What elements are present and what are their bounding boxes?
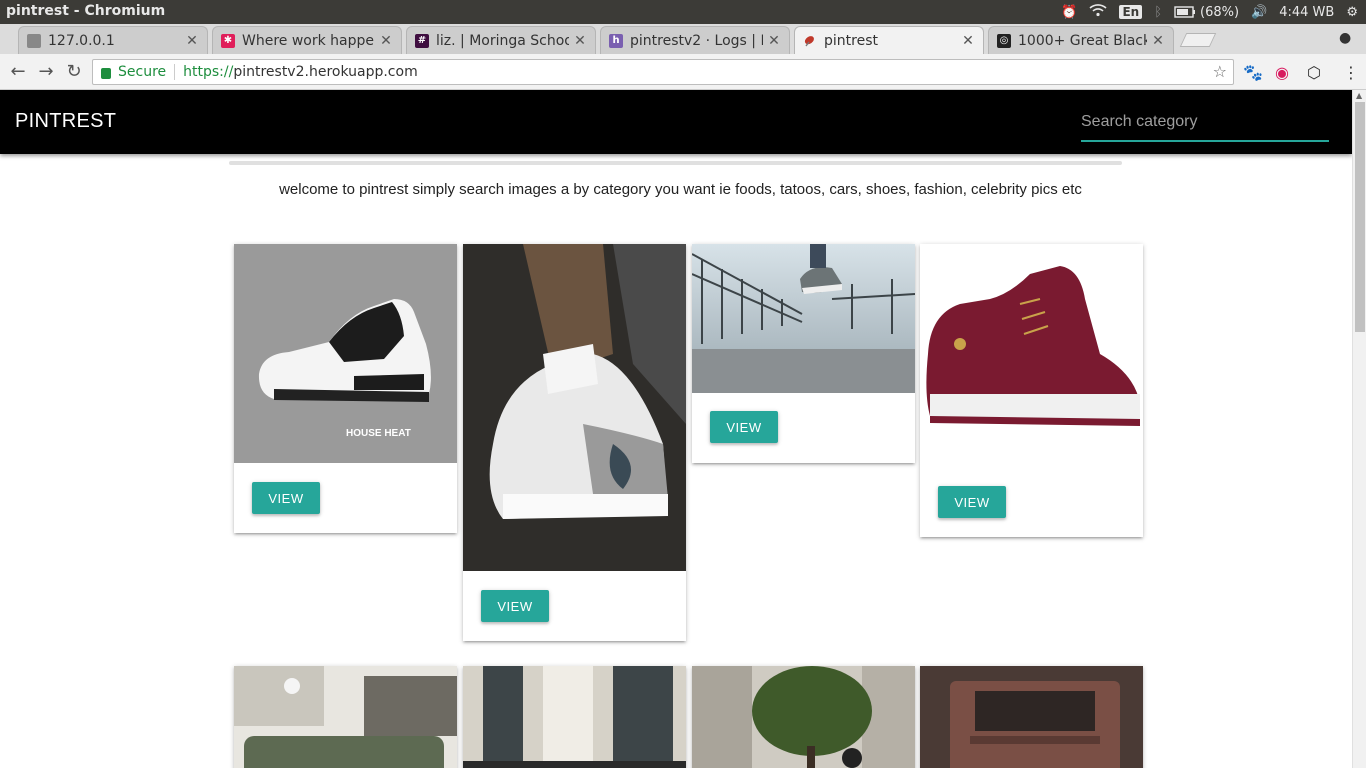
alarm-icon[interactable]: ⏰	[1061, 5, 1077, 20]
image-card	[463, 666, 686, 768]
view-button[interactable]: VIEW	[481, 590, 549, 622]
card-image[interactable]	[920, 244, 1143, 467]
svg-text:HOUSE HEAT: HOUSE HEAT	[346, 428, 411, 439]
scrollbar-thumb[interactable]	[1355, 102, 1365, 332]
bookmark-star-icon[interactable]: ☆	[1213, 62, 1227, 81]
tab-moringa[interactable]: # liz. | Moringa Schoo ✕	[406, 26, 596, 54]
battery-indicator[interactable]: (68%)	[1174, 5, 1239, 20]
tab-title: 1000+ Great Black N	[1018, 32, 1147, 49]
close-icon[interactable]: ✕	[379, 33, 393, 49]
image-card: VIEW	[692, 244, 915, 463]
keyboard-language-indicator[interactable]: En	[1119, 5, 1143, 19]
battery-percent: (68%)	[1200, 4, 1240, 20]
forward-arrow-icon[interactable]: →	[34, 60, 58, 84]
close-icon[interactable]: ✕	[1151, 33, 1165, 49]
tab-favicon-icon	[27, 33, 41, 48]
card-image[interactable]	[920, 666, 1143, 768]
browser-tab-strip: 127.0.0.1 ✕ ✱ Where work happe ✕ # liz. …	[0, 24, 1366, 54]
cube-extension-icon[interactable]: ⬡	[1307, 63, 1321, 82]
site-brand-logo[interactable]: PINTREST	[15, 110, 116, 133]
camera-favicon-icon: ◎	[997, 33, 1011, 48]
hash-favicon-icon: #	[415, 33, 429, 48]
category-search-input[interactable]	[1081, 104, 1329, 142]
bluetooth-icon[interactable]: ᛒ	[1154, 5, 1162, 20]
tab-title: pintrestv2 · Logs | H	[630, 32, 763, 49]
page-scrollbar[interactable]: ▲	[1352, 90, 1366, 768]
image-card: VIEW	[920, 244, 1143, 537]
tab-localhost[interactable]: 127.0.0.1 ✕	[18, 26, 208, 54]
close-icon[interactable]: ✕	[573, 33, 587, 49]
volume-icon[interactable]: 🔊	[1251, 5, 1267, 20]
tab-heroku-logs[interactable]: h pintrestv2 · Logs | H ✕	[600, 26, 790, 54]
card-image[interactable]	[463, 244, 686, 571]
secure-label[interactable]: Secure	[118, 64, 166, 80]
tab-title: 127.0.0.1	[48, 32, 115, 49]
settings-gear-icon[interactable]: ⚙	[1346, 5, 1358, 20]
web-page: PINTREST welcome to pintrest simply sear…	[0, 90, 1352, 768]
site-navbar: PINTREST	[0, 90, 1352, 154]
card-image[interactable]	[234, 666, 457, 768]
browser-toolbar: ← → ↻ Secure https:// pintrestv2.herokua…	[0, 54, 1366, 90]
address-separator	[174, 64, 176, 80]
slack-favicon-icon: ✱	[221, 33, 235, 48]
address-bar[interactable]: Secure https:// pintrestv2.herokuapp.com…	[92, 59, 1234, 85]
new-tab-button[interactable]	[1179, 33, 1217, 47]
scroll-up-arrow-icon[interactable]: ▲	[1356, 91, 1362, 100]
tab-slack[interactable]: ✱ Where work happe ✕	[212, 26, 402, 54]
header-divider	[229, 161, 1122, 165]
lock-icon[interactable]	[101, 67, 111, 79]
image-card	[692, 666, 915, 768]
close-icon[interactable]: ✕	[767, 33, 781, 49]
tab-title: liz. | Moringa Schoo	[436, 32, 569, 49]
tab-title: pintrest	[824, 32, 878, 49]
url-host[interactable]: pintrestv2.herokuapp.com	[233, 64, 417, 80]
image-card: HOUSE HEAT VIEW	[234, 244, 457, 533]
os-top-bar: pintrest - Chromium ⏰ En ᛒ (68%) 🔊 4:44 …	[0, 0, 1366, 24]
close-icon[interactable]: ✕	[185, 33, 199, 49]
view-button[interactable]: VIEW	[710, 411, 778, 443]
welcome-text: welcome to pintrest simply search images…	[279, 181, 1082, 198]
back-arrow-icon[interactable]: ←	[6, 60, 30, 84]
image-card	[234, 666, 457, 768]
battery-icon	[1174, 6, 1195, 18]
card-image[interactable]	[692, 666, 915, 768]
tab-title: Where work happe	[242, 32, 375, 49]
clock[interactable]: 4:44 WB	[1279, 5, 1334, 20]
profile-icon[interactable]: ●	[1339, 30, 1351, 46]
card-image[interactable]	[692, 244, 915, 393]
reload-icon[interactable]: ↻	[62, 60, 86, 84]
tab-pintrest-active[interactable]: pintrest ✕	[794, 26, 984, 54]
close-icon[interactable]: ✕	[961, 33, 975, 49]
system-tray: ⏰ En ᛒ (68%) 🔊 4:44 WB ⚙	[1061, 0, 1358, 24]
wifi-icon[interactable]	[1089, 3, 1107, 21]
tab-black-wallpapers[interactable]: ◎ 1000+ Great Black N ✕	[988, 26, 1174, 54]
view-button[interactable]: VIEW	[252, 482, 320, 514]
view-button[interactable]: VIEW	[938, 486, 1006, 518]
pin-favicon-icon	[803, 34, 817, 48]
card-image[interactable]	[463, 666, 686, 768]
heroku-favicon-icon: h	[609, 33, 623, 48]
gnome-extension-icon[interactable]: 🐾	[1243, 63, 1263, 82]
card-image[interactable]: HOUSE HEAT	[234, 244, 457, 463]
url-scheme[interactable]: https://	[183, 64, 233, 80]
window-title: pintrest - Chromium	[6, 3, 166, 19]
browser-menu-icon[interactable]: ⋮	[1343, 63, 1359, 82]
image-card	[920, 666, 1143, 768]
image-card: VIEW	[463, 244, 686, 641]
instagram-extension-icon[interactable]: ◉	[1275, 63, 1289, 82]
